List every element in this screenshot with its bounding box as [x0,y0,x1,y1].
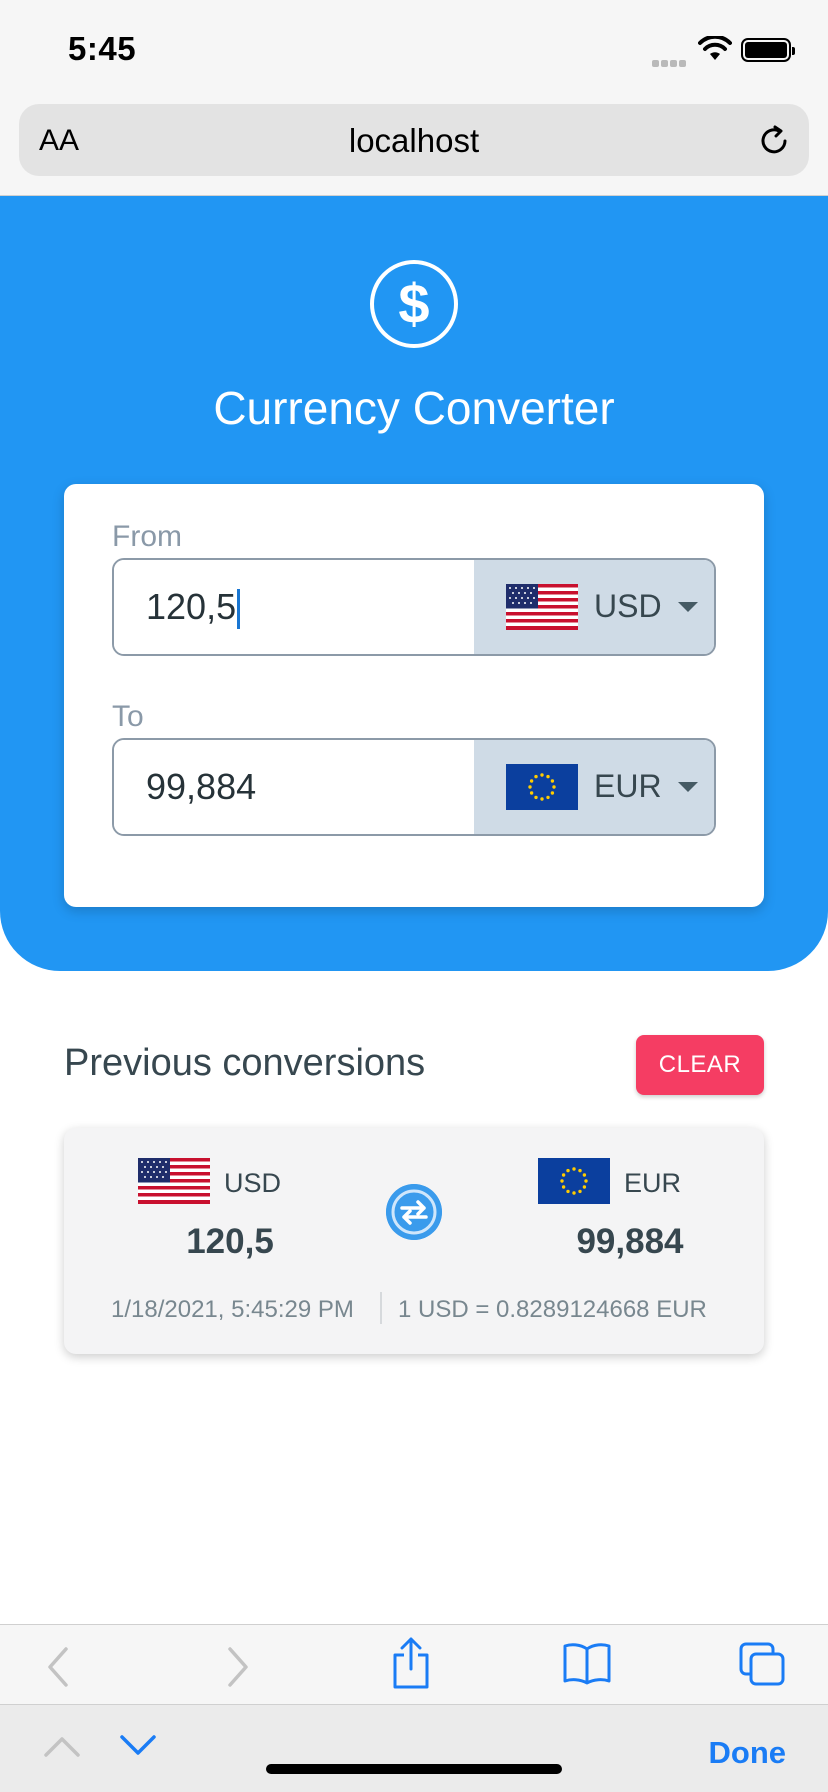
to-currency-code: EUR [594,768,662,804]
divider [380,1292,382,1324]
from-amount-input[interactable]: 120,5 [114,560,474,654]
keyboard-accessory-bar: Done [0,1704,828,1792]
back-icon[interactable] [44,1645,74,1689]
status-bar: 5:45 [0,0,828,100]
from-label: From [112,520,182,553]
browser-bottom-toolbar [0,1624,828,1704]
history-from-currency: USD [224,1168,282,1198]
tabs-icon[interactable] [738,1641,786,1687]
battery-icon [741,38,795,62]
page-title: Currency Converter [213,382,615,434]
share-icon[interactable] [390,1635,432,1691]
dollar-icon: $ [370,260,458,348]
browser-toolbar: AA localhost [0,100,828,196]
history-rate: 1 USD = 0.8289124668 EUR [398,1296,707,1323]
eu-flag-icon [538,1158,610,1204]
us-flag-icon [138,1158,210,1204]
from-currency-select[interactable]: USD [474,560,714,654]
from-currency-code: USD [594,588,662,624]
reload-icon[interactable] [757,124,791,158]
from-field: 120,5 USD [112,558,716,656]
from-amount-value: 120,5 [146,586,237,627]
history-to-amount: 99,884 [576,1222,684,1261]
done-button[interactable]: Done [709,1735,787,1771]
address-bar[interactable]: AA localhost [19,104,809,176]
eu-flag-icon [506,764,578,810]
dropdown-arrow-icon [678,782,698,792]
status-time: 5:45 [68,30,137,67]
clear-button[interactable]: CLEAR [636,1035,764,1095]
url-text[interactable]: localhost [19,122,809,160]
next-field-icon[interactable] [118,1733,158,1759]
previous-field-icon[interactable] [42,1733,82,1759]
dropdown-arrow-icon [678,602,698,612]
history-title: Previous conversions [64,1042,426,1084]
wifi-icon [698,36,732,60]
us-flag-icon [506,584,578,630]
history-timestamp: 1/18/2021, 5:45:29 PM [111,1296,354,1323]
converter-header: $ Currency Converter From 120,5 USD To 9… [0,196,828,971]
to-currency-select[interactable]: EUR [474,740,714,834]
history-to: EUR 99,884 [520,1158,740,1261]
to-field: 99,884 EUR [112,738,716,836]
history-to-currency: EUR [624,1168,682,1198]
to-amount-input[interactable]: 99,884 [114,740,474,834]
history-item[interactable]: USD 120,5 EUR 99,884 1/18/2021, 5:45:29 … [64,1128,764,1354]
home-indicator [266,1764,562,1774]
to-label: To [112,700,144,733]
converter-card: From 120,5 USD To 99,884 EUR [64,484,764,907]
cellular-signal-icon [652,54,690,67]
text-cursor [237,589,241,630]
bookmarks-icon[interactable] [562,1641,612,1685]
forward-icon[interactable] [222,1645,252,1689]
history-from: USD 120,5 [120,1158,340,1261]
history-from-amount: 120,5 [186,1222,274,1261]
swap-icon [386,1184,442,1240]
